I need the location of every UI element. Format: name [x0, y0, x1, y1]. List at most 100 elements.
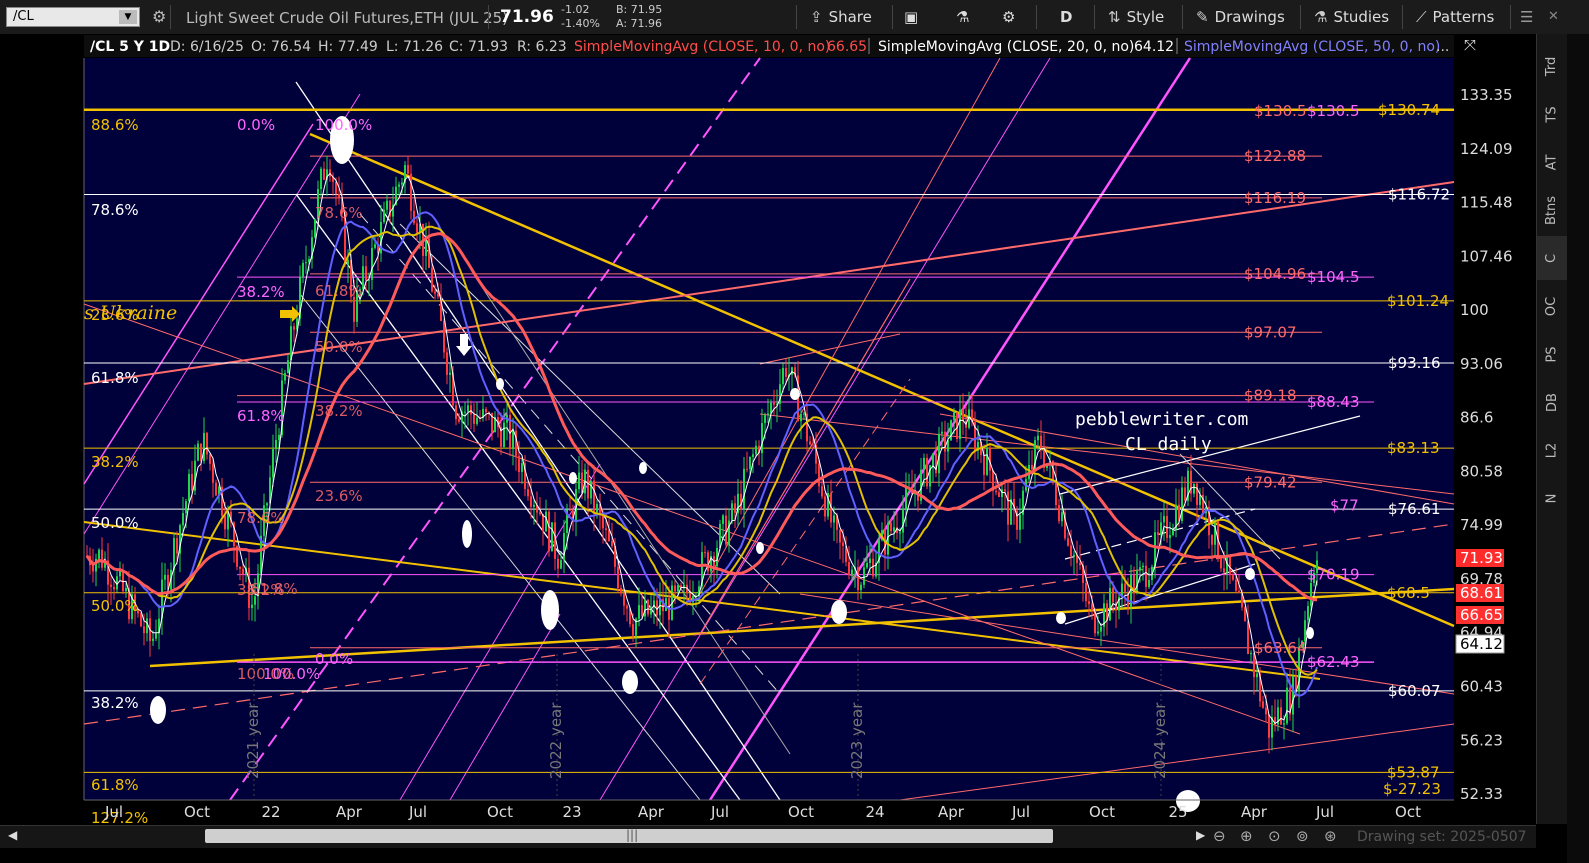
beaker-button[interactable]: ⚗ [956, 0, 969, 34]
candle-body [1256, 673, 1258, 678]
zoom-out-icon[interactable]: ⊖ [1213, 827, 1226, 845]
drawings-button[interactable]: ✎ Drawings [1196, 0, 1285, 34]
divider [1510, 5, 1511, 29]
candle-body [746, 468, 748, 470]
share-label: Share [828, 8, 872, 26]
candle-body [734, 503, 736, 513]
x-axis-tick: Jul [1315, 803, 1334, 821]
header-low: L: 71.26 [386, 39, 443, 55]
price-level-label: $93.16 [1388, 354, 1441, 372]
candle-body [353, 296, 355, 322]
scroll-right-icon[interactable]: ▶ [1196, 828, 1205, 842]
zoom-in-icon[interactable]: ⊕ [1240, 827, 1253, 845]
close-button[interactable]: ✕ [1548, 0, 1559, 34]
share-icon: ⇪ [810, 8, 823, 26]
sidebar-tab-c[interactable]: C [1537, 236, 1567, 280]
share-button[interactable]: ⇪ Share [810, 0, 872, 34]
highlight-marker [541, 590, 559, 630]
candle-body [152, 638, 154, 641]
candle-body [785, 367, 787, 377]
candle-body [1136, 570, 1138, 593]
candle-body [926, 457, 928, 487]
menu-button[interactable]: ☰ [1520, 0, 1533, 34]
x-axis-tick: Jul [710, 803, 729, 821]
candle-body [860, 584, 862, 591]
zoom-box-icon[interactable]: ⊛ [1324, 827, 1337, 845]
candle-body [365, 266, 367, 281]
candle-body [809, 441, 811, 445]
chevron-down-icon[interactable]: ▼ [119, 10, 137, 24]
candle-body [932, 453, 934, 466]
divider [1300, 5, 1301, 29]
watermark-title: CL daily [1125, 434, 1212, 455]
header-open: O: 76.54 [251, 39, 311, 55]
candle-body [467, 405, 469, 412]
top-toolbar: /CL ▼ ⚙ Light Sweet Crude Oil Futures,ETH… [0, 0, 1589, 35]
sidebar-tab-trd[interactable]: Trd [1537, 44, 1567, 88]
zoom-fit-icon[interactable]: ⊚ [1296, 827, 1309, 845]
x-axis-tick: Oct [184, 803, 210, 821]
y-axis-tick: 124.09 [1460, 140, 1513, 158]
x-axis-tick: Apr [638, 803, 665, 821]
highlight-marker [622, 670, 638, 694]
candle-body [644, 599, 646, 617]
candle-body [191, 474, 193, 491]
candle-body [1265, 707, 1267, 715]
candle-body [140, 613, 142, 627]
studies-button[interactable]: ⚗ Studies [1314, 0, 1389, 34]
candle-body [725, 515, 727, 545]
x-axis-tick: 23 [562, 803, 581, 821]
zoom-reset-icon[interactable]: ⊙ [1268, 827, 1281, 845]
candle-body [1112, 588, 1114, 603]
chart-settings-button[interactable]: ▣ [904, 0, 918, 34]
candle-body [605, 528, 607, 530]
ukraine-label: s Ukraine [84, 302, 177, 324]
fib-level-label: 88.6% [91, 116, 139, 134]
sidebar-tab-db[interactable]: DB [1537, 380, 1567, 424]
candle-body [320, 168, 322, 190]
candle-body [782, 367, 784, 385]
sidebar-tab-n[interactable]: N [1537, 476, 1567, 520]
patterns-button[interactable]: ⟋ Patterns [1416, 0, 1494, 34]
sma20-study-label: SimpleMovingAvg (CLOSE, 20, 0, no) [878, 39, 1134, 55]
candle-body [578, 472, 580, 490]
sidebar-tab-ps[interactable]: PS [1537, 332, 1567, 376]
ask-price: A: 71.96 [616, 17, 663, 30]
candle-body [962, 409, 964, 421]
candle-body [560, 560, 562, 569]
candle-body [101, 549, 103, 568]
candle-body [824, 496, 826, 517]
candle-body [623, 593, 625, 606]
patterns-label: Patterns [1432, 8, 1495, 26]
sidebar-tab-at[interactable]: AT [1537, 140, 1567, 184]
scroll-left-icon[interactable]: ◀ [8, 828, 17, 842]
time-scrollbar[interactable]: ◀ ||| ▶ ⊖ ⊕ ⊙ ⊚ ⊛ Drawing set: 2025-0507 [0, 825, 1536, 848]
candle-body [923, 457, 925, 470]
candle-body [539, 512, 541, 515]
candle-body [443, 321, 445, 353]
candle-body [1268, 714, 1270, 738]
sidebar-tab-oc[interactable]: OC [1537, 284, 1567, 328]
fib-level-label: 23.6% [315, 487, 363, 505]
crosshair-icon[interactable]: ⤧ [1464, 36, 1476, 54]
style-label: Style [1126, 8, 1165, 26]
sidebar-tab-l2[interactable]: L2 [1537, 428, 1567, 472]
candle-body [1232, 574, 1234, 580]
candle-body [659, 599, 661, 616]
candle-body [995, 490, 997, 493]
instrument-description: Light Sweet Crude Oil Futures,ETH (JUL 2… [186, 9, 509, 27]
candle-body [1157, 532, 1159, 535]
sidebar-tab-ts[interactable]: TS [1537, 92, 1567, 136]
y-axis-tick: 93.06 [1460, 355, 1503, 373]
style-button[interactable]: ⇅ Style [1108, 0, 1164, 34]
candle-body [1070, 545, 1072, 557]
candle-body [767, 413, 769, 416]
period-button[interactable]: D [1060, 0, 1072, 34]
sidebar-tab-btns[interactable]: Btns [1537, 188, 1567, 232]
price-chart[interactable]: $130.5 $130.5 $130.74 $122.88 $116.19 $116.72… [0, 34, 1536, 824]
fib-level-label: 61.8% [315, 282, 363, 300]
candle-body [518, 455, 520, 472]
gear-button[interactable]: ⚙ [1002, 0, 1015, 34]
settings-sliders-icon[interactable]: ⚙ [152, 7, 166, 26]
symbol-selector[interactable]: /CL ▼ [6, 7, 140, 27]
